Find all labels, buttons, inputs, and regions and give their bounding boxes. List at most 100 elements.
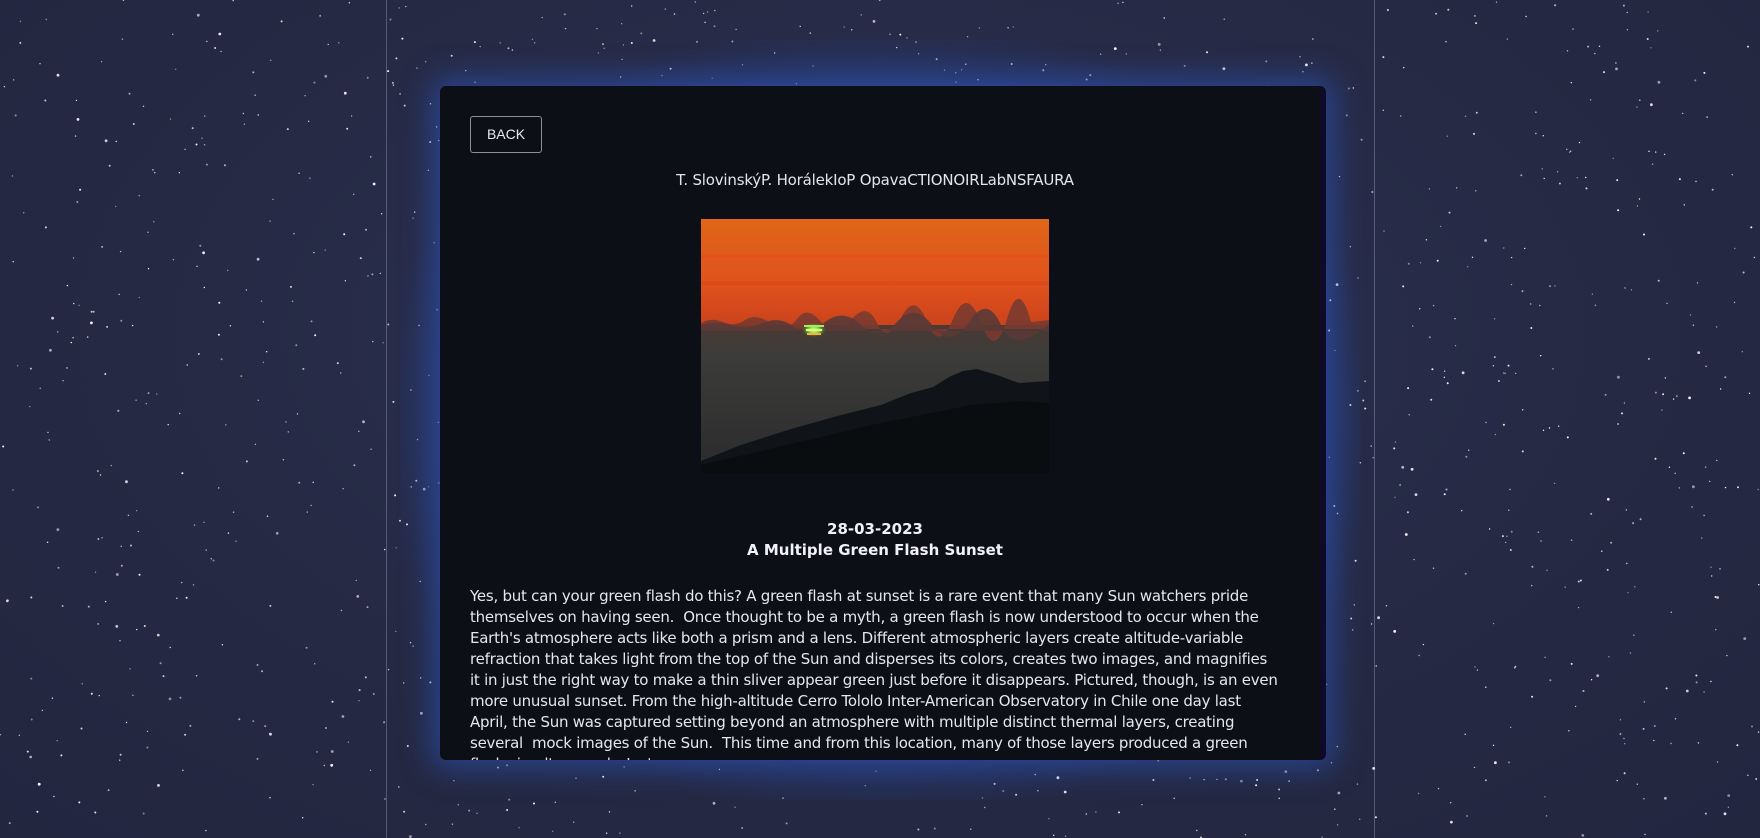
star: [16, 365, 19, 367]
star: [1727, 806, 1730, 808]
star: [1403, 66, 1405, 69]
star: [507, 47, 510, 50]
star: [1002, 790, 1005, 792]
star: [1632, 522, 1635, 525]
star: [1568, 151, 1571, 153]
star: [978, 27, 981, 29]
star: [340, 372, 342, 374]
star: [227, 269, 229, 272]
star: [1531, 565, 1534, 568]
star: [79, 188, 82, 191]
star: [212, 559, 215, 562]
star: [622, 44, 625, 46]
star: [1646, 38, 1649, 40]
star: [60, 754, 63, 757]
star: [1626, 562, 1628, 565]
star: [465, 69, 467, 72]
star: [1666, 302, 1668, 305]
star: [1566, 148, 1568, 150]
apod-title: A Multiple Green Flash Sunset: [747, 541, 1003, 559]
star: [506, 764, 509, 767]
star: [1556, 171, 1559, 173]
star: [1461, 371, 1465, 375]
star: [1265, 60, 1268, 63]
star: [427, 486, 430, 488]
star: [1099, 53, 1102, 55]
star: [232, 0, 234, 2]
star: [252, 720, 255, 723]
apod-photo[interactable]: [701, 219, 1049, 473]
star: [1703, 71, 1706, 74]
star: [1711, 575, 1713, 577]
star: [851, 29, 853, 31]
star: [1473, 766, 1476, 769]
star: [312, 784, 314, 786]
star: [1325, 683, 1328, 686]
star: [1435, 12, 1438, 15]
star: [1278, 797, 1280, 799]
star: [1716, 761, 1719, 763]
star: [338, 42, 340, 44]
star: [1581, 834, 1585, 837]
star: [1095, 811, 1097, 813]
star: [1333, 505, 1336, 507]
star: [741, 827, 743, 829]
star: [195, 675, 198, 677]
star: [955, 81, 957, 83]
star: [131, 324, 134, 327]
star: [429, 103, 432, 105]
star: [1428, 336, 1431, 339]
star: [172, 259, 175, 261]
star: [1648, 150, 1650, 152]
star: [1401, 465, 1405, 469]
star: [264, 725, 267, 728]
star: [193, 524, 196, 526]
star: [1385, 605, 1388, 607]
star: [1034, 773, 1037, 776]
star: [1255, 784, 1258, 787]
star: [96, 470, 99, 472]
star: [1359, 818, 1361, 820]
star: [1733, 301, 1736, 304]
star: [272, 198, 274, 201]
star: [1196, 829, 1198, 832]
star: [119, 759, 121, 761]
star: [119, 640, 121, 642]
star: [619, 832, 621, 834]
star: [1598, 45, 1601, 47]
star: [1711, 188, 1714, 191]
star: [120, 319, 123, 322]
star: [1125, 53, 1128, 55]
star: [56, 740, 58, 742]
star: [296, 413, 299, 415]
star: [379, 272, 381, 275]
star: [961, 69, 963, 71]
back-button[interactable]: BACK: [470, 116, 542, 153]
star: [1350, 617, 1353, 620]
star: [795, 83, 797, 85]
star: [1596, 674, 1600, 678]
star: [387, 323, 390, 326]
star: [1689, 314, 1692, 316]
star: [1657, 30, 1659, 32]
star: [468, 809, 471, 812]
star: [298, 172, 300, 174]
star: [1753, 256, 1756, 259]
star: [1334, 808, 1336, 810]
star: [87, 336, 89, 338]
star: [57, 566, 60, 569]
star: [1347, 87, 1350, 90]
star: [1643, 701, 1646, 703]
star: [185, 596, 188, 599]
star: [1636, 783, 1639, 785]
star: [45, 18, 47, 21]
star: [1695, 180, 1697, 183]
star: [1349, 246, 1352, 248]
star: [221, 644, 224, 646]
star: [933, 827, 936, 830]
star: [1450, 802, 1452, 804]
star: [1357, 390, 1359, 392]
star: [181, 472, 184, 475]
star: [1407, 387, 1410, 390]
star: [99, 474, 102, 476]
